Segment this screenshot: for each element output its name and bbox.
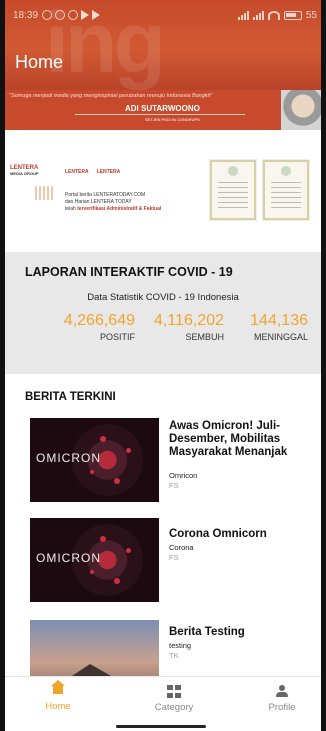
nav-profile[interactable]: Profile bbox=[242, 685, 322, 713]
stat-sembuh-value: 4,116,202 bbox=[154, 312, 224, 329]
wifi-icon bbox=[267, 10, 280, 20]
news-thumbnail bbox=[30, 620, 159, 676]
logo-lentera-left: LENTERA bbox=[65, 169, 89, 175]
thumbnail-text: OMICRON bbox=[36, 451, 101, 465]
news-category: testing bbox=[169, 641, 192, 650]
battery-level: 55 bbox=[305, 9, 317, 21]
signal-icon bbox=[237, 10, 249, 20]
certificate-line-2: dan Harian LENTERA TODAY bbox=[65, 199, 132, 205]
banner-role: SETJEN PKDI IN CONDRUPS bbox=[145, 117, 200, 122]
media-group-logo: LENTERA MEDIA GROUP bbox=[10, 165, 39, 177]
media-group-sub: MEDIA GROUP bbox=[10, 171, 39, 176]
news-category: Omricon bbox=[169, 471, 198, 480]
news-item[interactable]: OMICRON Corona Omnicorn Corona FS bbox=[5, 518, 321, 602]
news-author: TK bbox=[169, 651, 179, 660]
nav-profile-label: Profile bbox=[268, 702, 296, 713]
app-header: ing 18:39 55 Home bbox=[5, 0, 321, 90]
instagram-icon bbox=[68, 10, 79, 20]
signal-icon-2 bbox=[252, 10, 264, 20]
logo-lentera-right: LENTERA bbox=[96, 169, 121, 175]
covid-report: LAPORAN INTERAKTIF COVID - 19 Data Stati… bbox=[5, 252, 321, 374]
stat-positif-label: POSITIF bbox=[99, 332, 135, 342]
certificate-line-1: Portal berita LENTERATODAY.COM bbox=[65, 192, 146, 198]
alarm-icon bbox=[42, 10, 53, 20]
stat-sembuh-label: SEMBUH bbox=[185, 332, 224, 342]
nav-category[interactable]: Category bbox=[134, 685, 214, 713]
section-title-berita: BERITA TERKINI bbox=[25, 391, 116, 403]
status-time: 18:39 bbox=[13, 9, 39, 21]
stat-meninggal-label: MENINGGAL bbox=[253, 332, 308, 342]
stat-sembuh: 4,116,202 SEMBUH bbox=[145, 312, 224, 342]
bottom-navigation: Home Category Profile bbox=[5, 676, 321, 731]
home-icon bbox=[51, 680, 65, 697]
play-icon bbox=[81, 10, 90, 20]
certificate-image-1 bbox=[210, 160, 256, 220]
banner-certificate[interactable]: LENTERA MEDIA GROUP LENTERA LENTERA Port… bbox=[5, 132, 321, 252]
news-thumbnail: OMICRON bbox=[30, 418, 159, 502]
banner-tagline: "Semoga menjadi media yang menginspirasi… bbox=[9, 93, 213, 99]
banner-divider bbox=[75, 114, 245, 115]
banner-photo bbox=[281, 90, 321, 130]
banner-name: ADI SUTARWOONO bbox=[125, 104, 200, 113]
stat-meninggal: 144,136 MENINGGAL bbox=[232, 312, 308, 342]
certificate-line-3-prefix: telah bbox=[65, 206, 76, 212]
certificate-text: Portal berita LENTERATODAY.COM dan Haria… bbox=[65, 192, 161, 213]
banner-profile[interactable]: "Semoga menjadi media yang menginspirasi… bbox=[5, 90, 321, 130]
covid-subtitle: Data Statistik COVID - 19 Indonesia bbox=[87, 292, 239, 303]
news-title: Awas Omicron! Juli-Desember, Mobilitas M… bbox=[169, 420, 288, 458]
battery-icon bbox=[283, 10, 302, 20]
stat-positif: 4,266,649 POSITIF bbox=[32, 312, 135, 342]
stat-meninggal-value: 144,136 bbox=[250, 312, 308, 329]
sync-icon bbox=[55, 10, 66, 20]
covid-title: LAPORAN INTERAKTIF COVID - 19 bbox=[25, 265, 233, 279]
nav-home[interactable]: Home bbox=[18, 680, 98, 712]
profile-icon bbox=[275, 685, 289, 698]
category-icon bbox=[167, 685, 181, 698]
news-title: Corona Omnicorn bbox=[169, 528, 267, 540]
certificate-line-3-bold: terverifikasi Administratif & Faktual bbox=[77, 206, 162, 212]
nav-category-label: Category bbox=[154, 702, 194, 713]
stat-positif-value: 4,266,649 bbox=[63, 312, 135, 329]
news-title: Berita Testing bbox=[169, 626, 245, 638]
certificate-image-2 bbox=[263, 160, 309, 220]
partner-logos: LENTERA LENTERA bbox=[65, 169, 120, 175]
status-right: 55 bbox=[237, 9, 317, 21]
news-author: FS bbox=[169, 553, 179, 562]
news-item[interactable]: Berita Testing testing TK bbox=[5, 620, 321, 676]
media-group-graphic bbox=[35, 186, 53, 200]
gesture-bar[interactable] bbox=[116, 725, 206, 728]
status-bar: 18:39 55 bbox=[13, 6, 317, 24]
notification-icons bbox=[42, 10, 101, 20]
nav-home-label: Home bbox=[45, 701, 71, 712]
news-author: FS bbox=[169, 481, 179, 490]
thumbnail-text: OMICRON bbox=[36, 551, 101, 565]
page-title: Home bbox=[15, 52, 64, 72]
certificate-line-3: telah terverifikasi Administratif & Fakt… bbox=[65, 206, 161, 213]
news-category: Corona bbox=[169, 543, 194, 552]
play-store-icon bbox=[92, 10, 101, 20]
news-thumbnail: OMICRON bbox=[30, 518, 159, 602]
news-item[interactable]: OMICRON Awas Omicron! Juli-Desember, Mob… bbox=[5, 418, 321, 502]
